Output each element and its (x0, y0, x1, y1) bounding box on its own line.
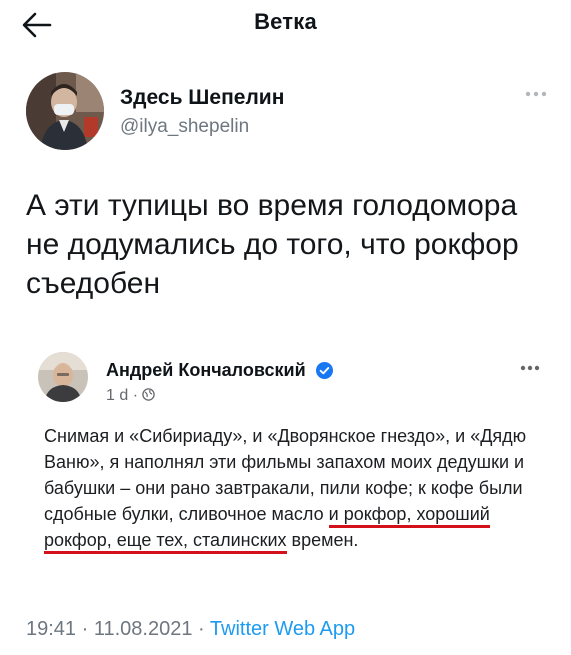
separator: · (76, 618, 94, 640)
page-title: Ветка (254, 9, 317, 34)
tweet-date[interactable]: 11.08.2021 (94, 618, 193, 640)
tweet-timestamp: 19:41 · 11.08.2021 · Twitter Web App (26, 618, 355, 641)
author-handle[interactable]: @ilya_shepelin (120, 116, 249, 138)
author-name[interactable]: Здесь Шепелин (120, 86, 284, 110)
embedded-author-name: Андрей Кончаловский (106, 360, 306, 380)
embedded-avatar[interactable] (38, 352, 88, 402)
avatar[interactable] (26, 72, 104, 150)
more-options-button[interactable] (521, 86, 551, 102)
embedded-meta: 1 d · (106, 387, 156, 405)
source-link[interactable]: Twitter Web App (210, 618, 355, 640)
more-dots-icon (520, 365, 540, 371)
embedded-more-button[interactable] (517, 361, 543, 375)
embedded-time[interactable]: 1 d (106, 387, 128, 404)
embedded-text-end: времен. (286, 530, 359, 550)
more-dots-icon (525, 91, 547, 97)
globe-icon (142, 388, 156, 401)
embedded-author[interactable]: Андрей Кончаловский (106, 360, 333, 381)
embedded-post-text: Снимая и «Сибириаду», и «Дворянское гнез… (44, 423, 544, 554)
tweet-author: Здесь Шепелин @ilya_shepelin (26, 72, 551, 152)
tweet-time[interactable]: 19:41 (26, 618, 76, 640)
verified-badge-icon (315, 362, 333, 379)
embedded-meta-dot: · (132, 387, 139, 404)
tweet-text: А эти тупицы во время голодомора не доду… (26, 189, 519, 300)
separator: · (192, 618, 210, 640)
thread-header: Ветка (0, 0, 571, 52)
embedded-post-image[interactable]: Андрей Кончаловский 1 d · Снимая и «Сиби… (30, 345, 551, 585)
